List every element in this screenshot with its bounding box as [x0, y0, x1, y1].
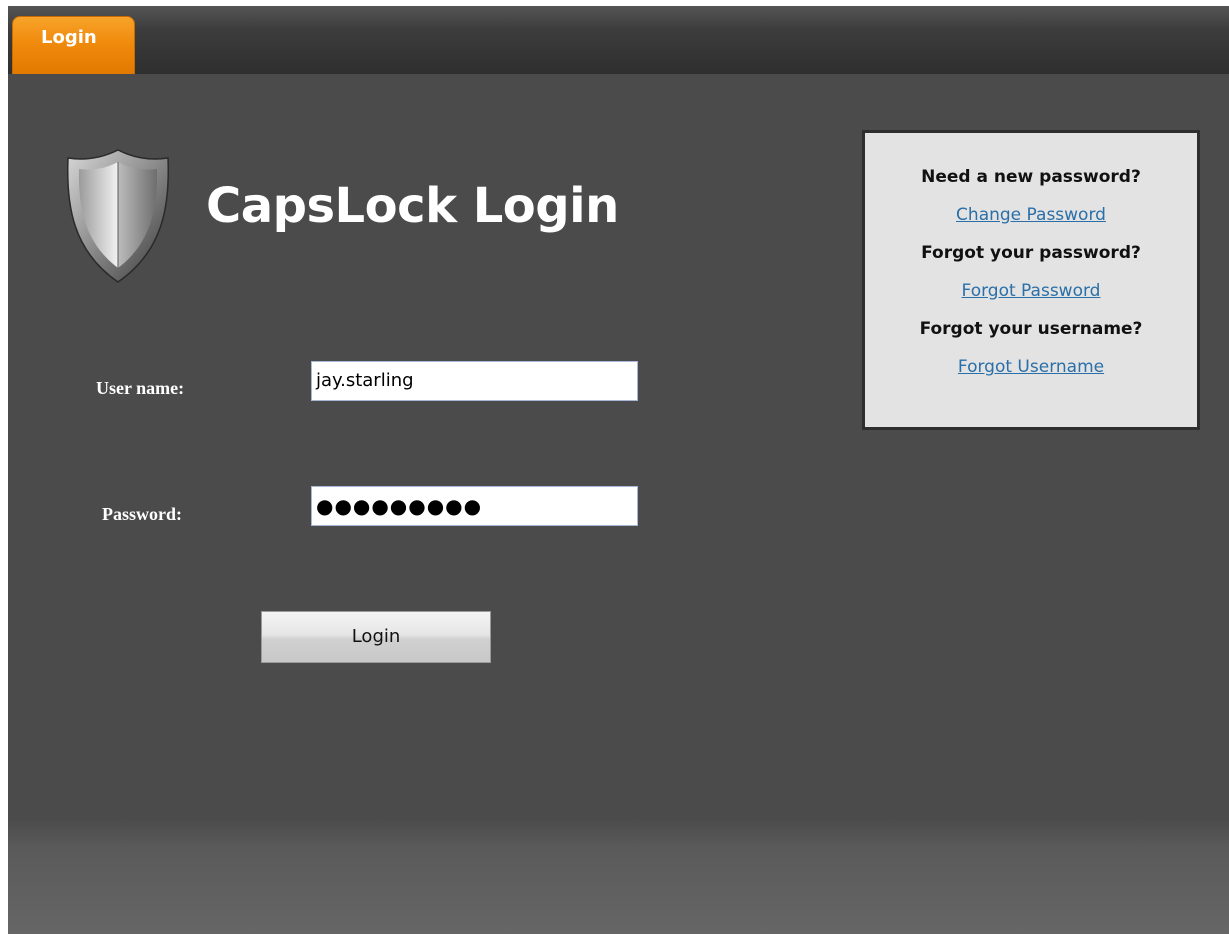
forgot-password-link[interactable]: Forgot Password — [865, 281, 1197, 301]
username-label: User name: — [96, 378, 185, 398]
page-title: CapsLock Login — [206, 178, 619, 234]
shield-icon — [66, 149, 170, 283]
tab-login[interactable]: Login — [12, 16, 135, 76]
help-panel: Need a new password? Change Password For… — [862, 130, 1200, 430]
change-password-link[interactable]: Change Password — [865, 205, 1197, 225]
login-button[interactable]: Login — [261, 611, 491, 663]
username-field[interactable]: jay.starling — [311, 361, 638, 401]
app-window: Login CapsLock Login User name: jay.star — [8, 6, 1229, 934]
footer-bar — [8, 819, 1229, 934]
password-label: Password: — [102, 504, 182, 524]
new-password-question: Need a new password? — [921, 167, 1141, 187]
forgot-password-question: Forgot your password? — [921, 243, 1141, 263]
forgot-username-question: Forgot your username? — [919, 319, 1143, 339]
forgot-username-link[interactable]: Forgot Username — [865, 357, 1197, 377]
password-field[interactable]: ●●●●●●●●● — [311, 486, 638, 526]
tab-bar: Login — [8, 6, 1229, 76]
